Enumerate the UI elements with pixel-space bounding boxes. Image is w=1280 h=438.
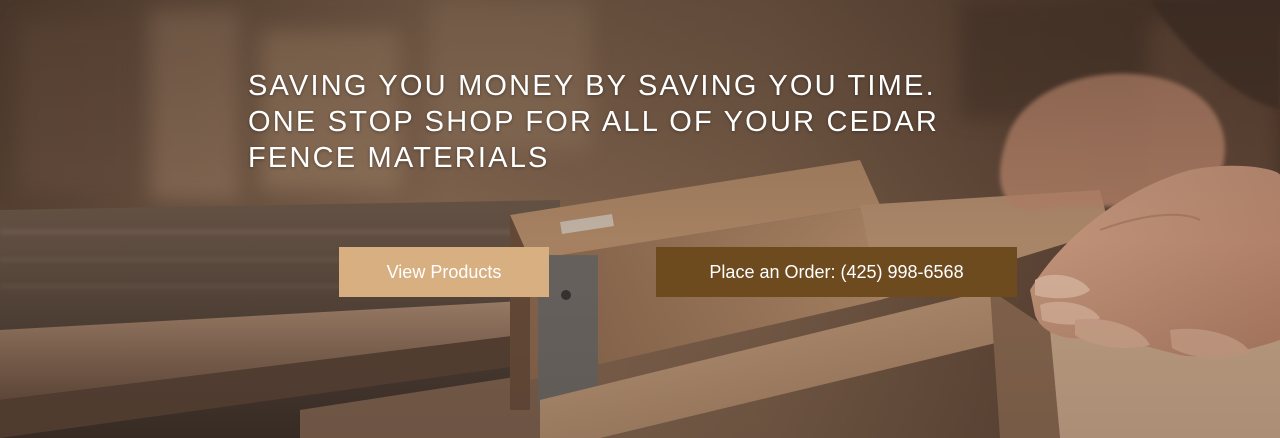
view-products-button-label: View Products [386,261,502,282]
hero-overlay [0,0,1280,438]
view-products-button[interactable]: View Products [339,247,549,297]
hero-banner: SAVING YOU MONEY BY SAVING YOU TIME. ONE… [0,0,1280,438]
place-order-button-label: Place an Order: (425) 998-6568 [709,261,964,282]
hero-headline: SAVING YOU MONEY BY SAVING YOU TIME. ONE… [248,70,939,174]
place-order-button[interactable]: Place an Order: (425) 998-6568 [656,247,1017,297]
